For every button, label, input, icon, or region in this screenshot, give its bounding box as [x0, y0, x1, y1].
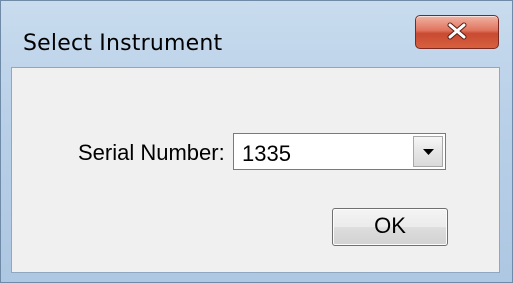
- chevron-down-icon: [423, 149, 434, 155]
- window-title: Select Instrument: [23, 31, 223, 56]
- dialog-window: Select Instrument Serial Number: 1335 OK: [0, 0, 513, 283]
- serial-number-value: 1335: [242, 141, 291, 166]
- close-icon: [447, 22, 467, 40]
- close-button[interactable]: [415, 15, 499, 49]
- title-bar[interactable]: Select Instrument: [1, 1, 512, 67]
- ok-button[interactable]: OK: [332, 208, 448, 246]
- serial-number-label: Serial Number:: [78, 140, 225, 165]
- serial-number-dropdown[interactable]: 1335: [233, 133, 446, 170]
- dropdown-button[interactable]: [413, 136, 443, 167]
- dialog-body: Serial Number: 1335 OK: [11, 67, 500, 273]
